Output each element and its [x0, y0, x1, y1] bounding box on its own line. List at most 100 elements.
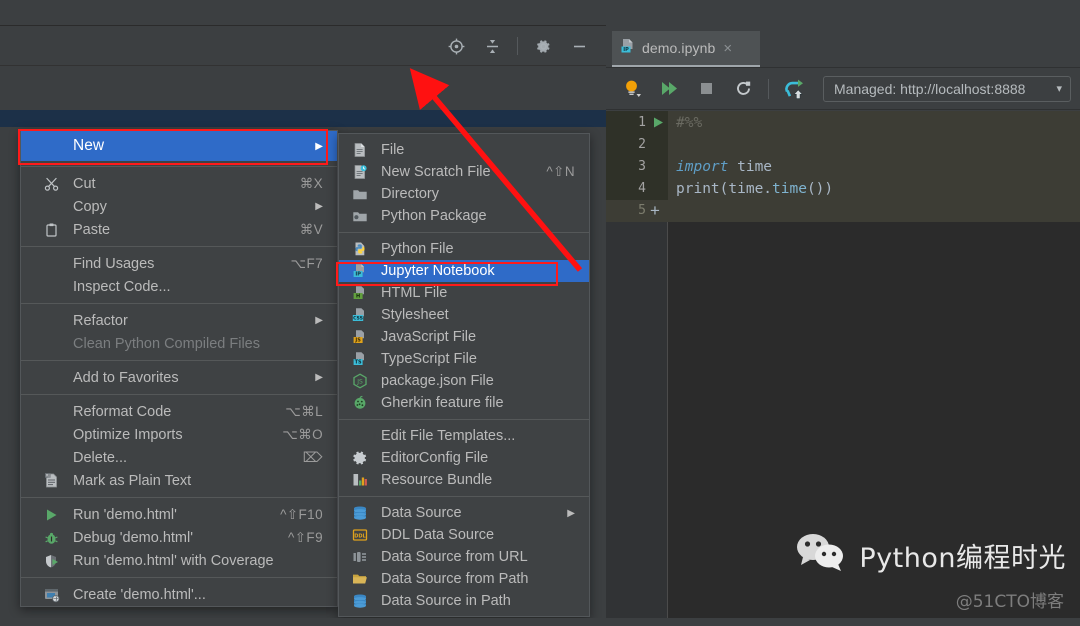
- clipboard-icon: [43, 221, 60, 238]
- chevron-right-icon: ▶: [315, 315, 323, 326]
- project-toolbar-icons: [440, 26, 606, 66]
- scissors-icon: [43, 175, 60, 192]
- submenu-item-stylesheet[interactable]: CSS Stylesheet: [339, 304, 589, 326]
- submenu-item-edit-file-templates[interactable]: Edit File Templates...: [339, 425, 589, 447]
- menu-item-label: Python File: [381, 241, 454, 257]
- menu-item-label: Delete...: [73, 449, 127, 466]
- submenu-item-file[interactable]: File: [339, 139, 589, 161]
- hide-panel-icon[interactable]: [568, 35, 590, 57]
- chevron-right-icon: ▶: [567, 507, 575, 519]
- menu-item-shortcut: ^⇧F9: [287, 529, 323, 545]
- scratch-file-icon: [351, 163, 369, 181]
- menu-item-paste[interactable]: Paste ⌘V: [21, 218, 337, 241]
- submenu-item-jupyter-notebook[interactable]: IP Jupyter Notebook: [339, 260, 589, 282]
- add-cell-row[interactable]: [606, 200, 1080, 222]
- menu-item-shortcut: ⌘X: [299, 175, 323, 191]
- jupyter-notebook-file-icon: IP: [620, 38, 636, 59]
- ts-file-icon: TS: [351, 350, 369, 368]
- menu-item-run-with-coverage[interactable]: Run 'demo.html' with Coverage: [21, 549, 337, 572]
- submenu-item-typescript-file[interactable]: TS TypeScript File: [339, 348, 589, 370]
- submenu-item-package-json-file[interactable]: JS package.json File: [339, 370, 589, 392]
- submenu-item-data-source[interactable]: Data Source ▶: [339, 502, 589, 524]
- menu-item-clean-python-compiled-files: Clean Python Compiled Files: [21, 332, 337, 355]
- menu-item-label: HTML File: [381, 285, 448, 301]
- code-line-1: #%%: [676, 115, 703, 131]
- svg-text:JS: JS: [354, 338, 361, 344]
- line-number: 2: [638, 137, 646, 152]
- collapse-all-icon[interactable]: [481, 35, 503, 57]
- menu-item-run-demo-html[interactable]: Run 'demo.html' ^⇧F10: [21, 503, 337, 526]
- resource-bundle-icon: [351, 471, 369, 489]
- submenu-item-python-package[interactable]: Python Package: [339, 205, 589, 227]
- menu-item-cut[interactable]: Cut ⌘X: [21, 172, 337, 195]
- run-cell-play-icon[interactable]: [652, 116, 666, 130]
- add-cell-icon[interactable]: +: [650, 202, 660, 219]
- submenu-item-javascript-file[interactable]: JS JavaScript File: [339, 326, 589, 348]
- submenu-item-data-source-in-path[interactable]: Data Source in Path: [339, 590, 589, 612]
- upload-notebook-icon[interactable]: [782, 77, 806, 101]
- menu-item-label: Run 'demo.html' with Coverage: [73, 552, 274, 569]
- submenu-item-directory[interactable]: Directory: [339, 183, 589, 205]
- svg-text:DDL: DDL: [354, 533, 366, 539]
- locate-target-icon[interactable]: [445, 35, 467, 57]
- jupyter-server-select[interactable]: Managed: http://localhost:8888 ▾: [823, 75, 1071, 102]
- menu-item-shortcut: ^⇧N: [546, 164, 575, 179]
- context-menu[interactable]: New ▶ Cut ⌘X Copy ▶ Paste ⌘V Find Usages…: [20, 130, 338, 607]
- npm-package-json-icon: JS: [351, 372, 369, 390]
- server-select-value: Managed: http://localhost:8888: [834, 80, 1026, 97]
- settings-gear-icon[interactable]: [532, 35, 554, 57]
- notebook-toolbar: Managed: http://localhost:8888 ▾: [606, 68, 1080, 110]
- menu-item-label: Python Package: [381, 208, 487, 224]
- editorconfig-gear-icon: [351, 449, 369, 467]
- tab-label: demo.ipynb: [642, 40, 716, 56]
- menu-item-new[interactable]: New ▶: [21, 131, 337, 161]
- new-submenu[interactable]: File New Scratch File ^⇧N Directory Pyth…: [338, 133, 590, 617]
- menu-item-reformat-code[interactable]: Reformat Code ⌥⌘L: [21, 400, 337, 423]
- menu-separator: [339, 232, 589, 233]
- submenu-item-gherkin-feature-file[interactable]: Gherkin feature file: [339, 392, 589, 414]
- menu-item-create-demo-html[interactable]: Create 'demo.html'...: [21, 583, 337, 606]
- menu-item-label: New Scratch File: [381, 164, 491, 180]
- submenu-item-new-scratch-file[interactable]: New Scratch File ^⇧N: [339, 161, 589, 183]
- menu-item-delete[interactable]: Delete... ⌦: [21, 446, 337, 469]
- submenu-item-data-source-from-path[interactable]: Data Source from Path: [339, 568, 589, 590]
- restart-kernel-icon[interactable]: [731, 77, 755, 101]
- menu-item-find-usages[interactable]: Find Usages ⌥F7: [21, 252, 337, 275]
- submenu-item-editorconfig-file[interactable]: EditorConfig File: [339, 447, 589, 469]
- submenu-item-resource-bundle[interactable]: Resource Bundle: [339, 469, 589, 491]
- run-cell-and-select-icon[interactable]: [620, 77, 644, 101]
- submenu-item-html-file[interactable]: H HTML File: [339, 282, 589, 304]
- menu-item-shortcut: ^⇧F10: [280, 506, 323, 522]
- close-icon[interactable]: ×: [723, 40, 732, 57]
- run-all-cells-icon[interactable]: [657, 77, 681, 101]
- line-number: 4: [638, 181, 646, 196]
- menu-item-debug-demo-html[interactable]: Debug 'demo.html' ^⇧F9: [21, 526, 337, 549]
- menu-item-label: Data Source: [381, 505, 462, 521]
- selected-row-band: [0, 110, 606, 127]
- menu-item-inspect-code[interactable]: Inspect Code...: [21, 275, 337, 298]
- code-module-time: time: [737, 159, 773, 175]
- menu-item-label: TypeScript File: [381, 351, 477, 367]
- coverage-icon: [43, 552, 60, 569]
- submenu-item-ddl-data-source[interactable]: DDL DDL Data Source: [339, 524, 589, 546]
- svg-text:IP: IP: [623, 47, 629, 53]
- line-number: 5: [638, 203, 646, 218]
- menu-item-optimize-imports[interactable]: Optimize Imports ⌥⌘O: [21, 423, 337, 446]
- editor-tab-demo-ipynb[interactable]: IP demo.ipynb ×: [612, 31, 760, 67]
- menu-item-label: Paste: [73, 221, 111, 238]
- menu-item-refactor[interactable]: Refactor ▶: [21, 309, 337, 332]
- menu-item-label: File: [381, 142, 405, 158]
- line-number: 1: [638, 115, 646, 130]
- svg-text:JS: JS: [356, 379, 363, 386]
- submenu-item-python-file[interactable]: Python File: [339, 238, 589, 260]
- menu-item-label: Stylesheet: [381, 307, 449, 323]
- menu-item-shortcut: ⌦: [302, 449, 323, 465]
- menu-item-copy[interactable]: Copy ▶: [21, 195, 337, 218]
- debug-bug-icon: [43, 529, 60, 546]
- submenu-item-data-source-from-url[interactable]: Data Source from URL: [339, 546, 589, 568]
- svg-text:X|: X|: [46, 473, 50, 478]
- wechat-icon: [793, 531, 849, 580]
- menu-item-add-to-favorites[interactable]: Add to Favorites ▶: [21, 366, 337, 389]
- menu-item-mark-as-plain-text[interactable]: X| Mark as Plain Text: [21, 469, 337, 492]
- stop-kernel-icon[interactable]: [694, 77, 718, 101]
